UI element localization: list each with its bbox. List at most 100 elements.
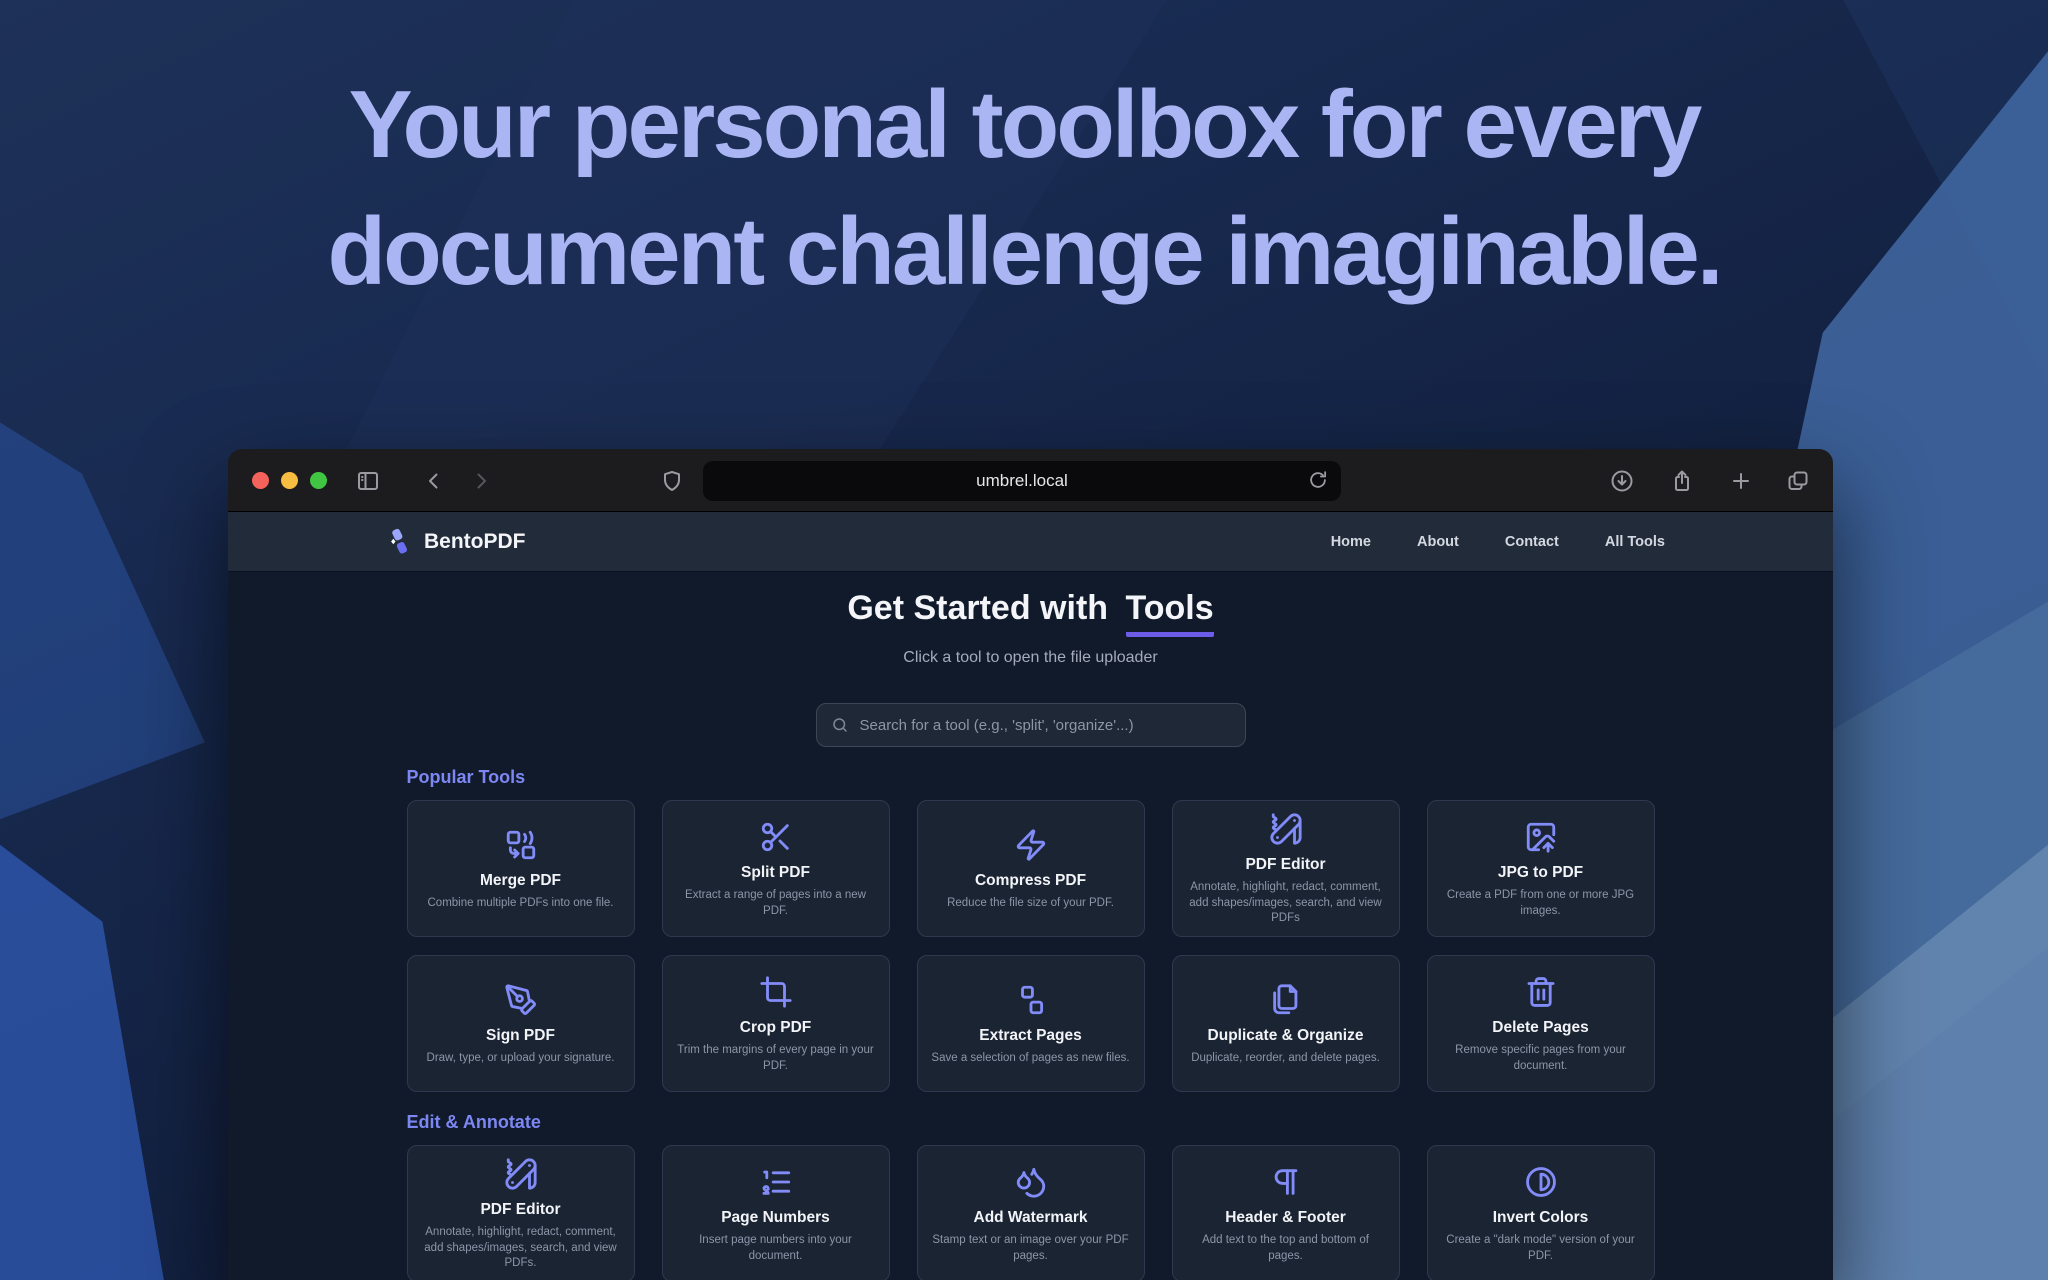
chevron-right-icon[interactable] [467, 467, 495, 495]
tool-card-description: Create a "dark mode" version of your PDF… [1440, 1233, 1642, 1265]
tool-card-title: Add Watermark [974, 1209, 1088, 1227]
tool-card-title: Page Numbers [721, 1209, 830, 1227]
tool-card-description: Insert page numbers into your document. [675, 1233, 877, 1265]
sidebar-toggle-icon[interactable] [354, 467, 382, 495]
droplets-icon [1014, 1163, 1048, 1201]
crop-icon [759, 973, 793, 1011]
tool-card-description: Annotate, highlight, redact, comment, ad… [420, 1225, 622, 1273]
nav-link-about[interactable]: About [1417, 534, 1459, 550]
download-icon[interactable] [1608, 467, 1636, 495]
tool-card-title: JPG to PDF [1498, 864, 1583, 882]
hero-headline-line1: Your personal toolbox for every [0, 62, 2048, 189]
brand-name: BentoPDF [424, 530, 526, 554]
tabs-icon[interactable] [1784, 467, 1812, 495]
browser-window: umbrel.local BentoPDF Home About Contact… [228, 449, 1833, 1280]
tool-card-description: Create a PDF from one or more JPG images… [1440, 888, 1642, 920]
pen-tool-icon [504, 981, 538, 1019]
duplicate-icon [1269, 981, 1303, 1019]
section-label-popular-tools: Popular Tools [407, 767, 1655, 788]
site-navbar: BentoPDF Home About Contact All Tools [228, 512, 1833, 572]
section-label-edit-annotate: Edit & Annotate [407, 1112, 1655, 1133]
tool-card-invert-colors[interactable]: Invert Colors Create a "dark mode" versi… [1427, 1145, 1655, 1280]
page-title-prefix: Get Started with [847, 589, 1108, 627]
tool-sections: Popular Tools Merge PDF Combine multiple… [407, 767, 1655, 1280]
tool-card-description: Add text to the top and bottom of pages. [1185, 1233, 1387, 1265]
browser-titlebar: umbrel.local [228, 449, 1833, 512]
tool-card-title: Header & Footer [1225, 1209, 1346, 1227]
tool-search[interactable] [816, 703, 1246, 747]
contrast-icon [1524, 1163, 1558, 1201]
page-title-highlight: Tools [1126, 588, 1214, 637]
tool-card-title: Duplicate & Organize [1208, 1027, 1364, 1045]
chevron-left-icon[interactable] [420, 467, 448, 495]
tool-card-description: Remove specific pages from your document… [1440, 1043, 1642, 1075]
tool-card-sign-pdf[interactable]: Sign PDF Draw, type, or upload your sign… [407, 955, 635, 1092]
tool-card-compress-pdf[interactable]: Compress PDF Reduce the file size of you… [917, 800, 1145, 937]
bentopdf-logo-icon [386, 527, 414, 557]
tool-card-description: Annotate, highlight, redact, comment, ad… [1185, 880, 1387, 928]
tool-card-add-watermark[interactable]: Add Watermark Stamp text or an image ove… [917, 1145, 1145, 1280]
hero-headline-line2: document challenge imaginable. [0, 189, 2048, 316]
reload-icon[interactable] [1307, 469, 1331, 493]
nav-link-contact[interactable]: Contact [1505, 534, 1559, 550]
swiss-army-knife-icon [504, 1155, 538, 1193]
nav-link-home[interactable]: Home [1331, 534, 1371, 550]
tool-card-description: Extract a range of pages into a new PDF. [675, 888, 877, 920]
lightning-icon [1014, 826, 1048, 864]
tool-card-delete-pages[interactable]: Delete Pages Remove specific pages from … [1427, 955, 1655, 1092]
url-text: umbrel.local [976, 471, 1068, 491]
tool-card-title: PDF Editor [480, 1201, 560, 1219]
share-icon[interactable] [1668, 467, 1696, 495]
nav-links: Home About Contact All Tools [1331, 534, 1665, 550]
tool-card-title: Merge PDF [480, 872, 561, 890]
search-icon [831, 716, 849, 734]
address-bar[interactable]: umbrel.local [703, 461, 1341, 501]
page-title: Get Started with Tools [228, 588, 1833, 637]
tool-card-header-footer[interactable]: Header & Footer Add text to the top and … [1172, 1145, 1400, 1280]
brand-logo[interactable]: BentoPDF [386, 527, 526, 557]
shield-icon[interactable] [658, 467, 686, 495]
plus-icon[interactable] [1727, 467, 1755, 495]
tool-card-title: Invert Colors [1493, 1209, 1589, 1227]
tool-card-title: Crop PDF [740, 1019, 811, 1037]
close-window-button[interactable] [252, 472, 269, 489]
tool-card-title: Compress PDF [975, 872, 1086, 890]
trash-icon [1524, 973, 1558, 1011]
zoom-window-button[interactable] [310, 472, 327, 489]
tool-card-title: Delete Pages [1492, 1019, 1589, 1037]
tool-card-description: Stamp text or an image over your PDF pag… [930, 1233, 1132, 1265]
tool-grid: Merge PDF Combine multiple PDFs into one… [407, 800, 1655, 1092]
search-input[interactable] [858, 716, 1231, 735]
tool-card-description: Combine multiple PDFs into one file. [428, 896, 614, 912]
tool-card-description: Duplicate, reorder, and delete pages. [1191, 1051, 1380, 1067]
tool-card-title: Sign PDF [486, 1027, 555, 1045]
tool-card-merge-pdf[interactable]: Merge PDF Combine multiple PDFs into one… [407, 800, 635, 937]
extract-pages-icon [1014, 981, 1048, 1019]
tool-card-split-pdf[interactable]: Split PDF Extract a range of pages into … [662, 800, 890, 937]
page-subtitle: Click a tool to open the file uploader [228, 649, 1833, 667]
minimize-window-button[interactable] [281, 472, 298, 489]
swiss-army-knife-icon [1269, 810, 1303, 848]
desktop-screen: Your personal toolbox for every document… [0, 0, 2048, 1280]
merge-icon [504, 826, 538, 864]
hero-headline: Your personal toolbox for every document… [0, 62, 2048, 315]
tool-card-jpg-to-pdf[interactable]: JPG to PDF Create a PDF from one or more… [1427, 800, 1655, 937]
image-upload-icon [1524, 818, 1558, 856]
tool-card-title: Extract Pages [979, 1027, 1082, 1045]
tool-card-pdf-editor[interactable]: PDF Editor Annotate, highlight, redact, … [1172, 800, 1400, 937]
tool-card-description: Draw, type, or upload your signature. [427, 1051, 615, 1067]
page-content: Get Started with Tools Click a tool to o… [228, 572, 1833, 1280]
numbered-list-icon [759, 1163, 793, 1201]
tool-card-pdf-editor[interactable]: PDF Editor Annotate, highlight, redact, … [407, 1145, 635, 1280]
tool-card-description: Trim the margins of every page in your P… [675, 1043, 877, 1075]
tool-card-description: Save a selection of pages as new files. [931, 1051, 1129, 1067]
tool-card-title: Split PDF [741, 864, 810, 882]
tool-grid: PDF Editor Annotate, highlight, redact, … [407, 1145, 1655, 1280]
pilcrow-icon [1269, 1163, 1303, 1201]
tool-card-title: PDF Editor [1245, 856, 1325, 874]
tool-card-crop-pdf[interactable]: Crop PDF Trim the margins of every page … [662, 955, 890, 1092]
tool-card-page-numbers[interactable]: Page Numbers Insert page numbers into yo… [662, 1145, 890, 1280]
tool-card-duplicate-organize[interactable]: Duplicate & Organize Duplicate, reorder,… [1172, 955, 1400, 1092]
nav-link-all-tools[interactable]: All Tools [1605, 534, 1665, 550]
tool-card-extract-pages[interactable]: Extract Pages Save a selection of pages … [917, 955, 1145, 1092]
